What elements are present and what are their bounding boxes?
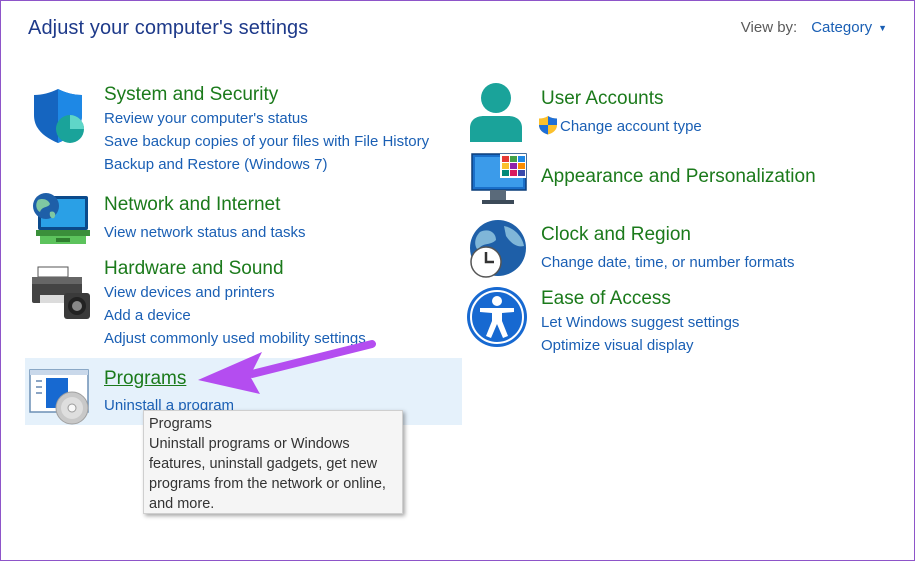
user-accounts-icon xyxy=(468,82,526,149)
printer-icon xyxy=(30,265,92,326)
tooltip-title: Programs xyxy=(149,416,212,432)
view-by: View by: Category ▼ xyxy=(741,19,887,36)
link-change-account-type[interactable]: Change account type xyxy=(560,118,702,135)
category-user-accounts[interactable]: User Accounts xyxy=(541,88,664,110)
view-by-dropdown[interactable]: Category ▼ xyxy=(811,19,887,36)
annotation-arrow-icon xyxy=(190,336,380,403)
link-network-status[interactable]: View network status and tasks xyxy=(104,224,306,241)
link-date-time-formats[interactable]: Change date, time, or number formats xyxy=(541,254,794,271)
view-by-value: Category xyxy=(811,19,873,36)
shield-icon xyxy=(30,85,90,150)
chevron-down-icon: ▼ xyxy=(878,22,887,33)
link-optimize-display[interactable]: Optimize visual display xyxy=(541,337,694,354)
link-windows-suggest[interactable]: Let Windows suggest settings xyxy=(541,314,739,331)
appearance-monitor-icon xyxy=(470,152,530,213)
view-by-label: View by: xyxy=(740,19,798,36)
uac-shield-icon xyxy=(538,115,558,140)
link-file-history[interactable]: Save backup copies of your files with Fi… xyxy=(104,133,429,150)
accessibility-icon xyxy=(466,286,528,353)
page-title: Adjust your computer's settings xyxy=(28,17,309,39)
link-review-status[interactable]: Review your computer's status xyxy=(104,110,308,127)
category-clock-and-region[interactable]: Clock and Region xyxy=(541,224,691,246)
category-programs[interactable]: Programs xyxy=(104,368,186,390)
programs-tooltip: Programs Uninstall programs or Windows f… xyxy=(143,410,403,514)
category-ease-of-access[interactable]: Ease of Access xyxy=(541,288,671,310)
clock-globe-icon xyxy=(466,218,528,285)
category-network-and-internet[interactable]: Network and Internet xyxy=(104,194,280,216)
tooltip-body: Uninstall programs or Windows features, … xyxy=(149,436,386,512)
link-devices-printers[interactable]: View devices and printers xyxy=(104,284,275,301)
network-globe-icon xyxy=(30,190,92,253)
link-backup-restore[interactable]: Backup and Restore (Windows 7) xyxy=(104,156,327,173)
programs-icon xyxy=(28,368,92,431)
category-system-and-security[interactable]: System and Security xyxy=(104,84,278,106)
category-appearance-personalization[interactable]: Appearance and Personalization xyxy=(541,166,816,188)
link-add-device[interactable]: Add a device xyxy=(104,307,191,324)
category-hardware-and-sound[interactable]: Hardware and Sound xyxy=(104,258,284,280)
